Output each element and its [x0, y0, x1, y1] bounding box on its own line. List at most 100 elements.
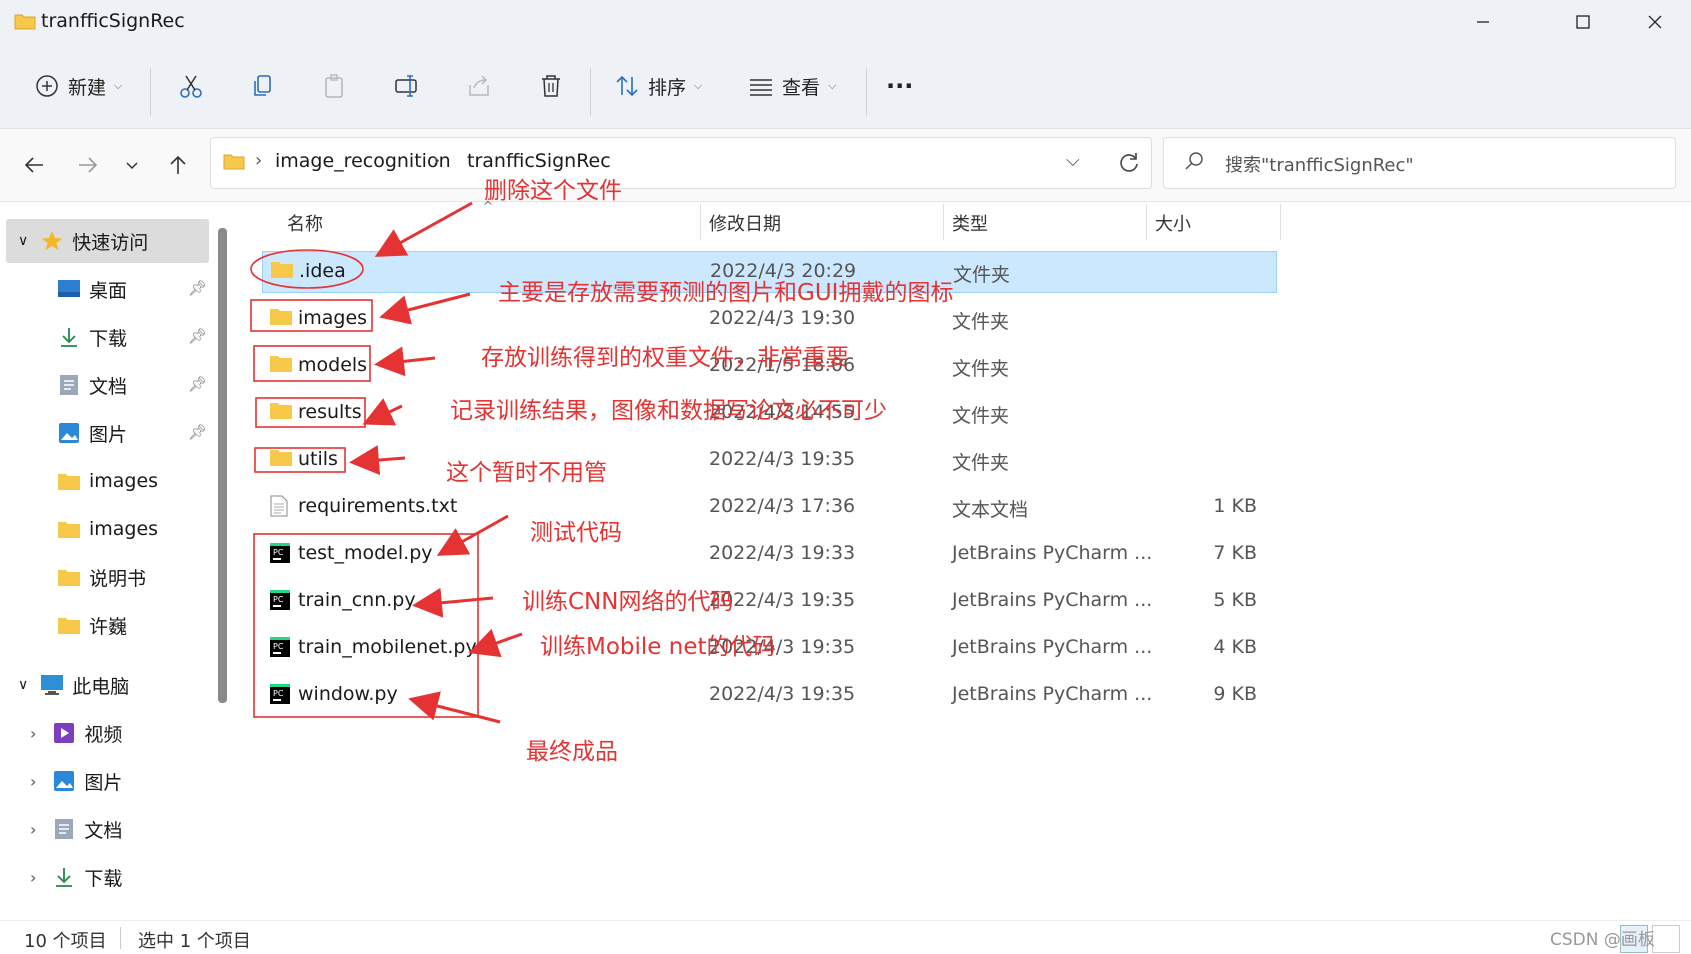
item-count: 10 个项目 — [24, 931, 107, 952]
annotation-mobilenet: 训练Mobile net的代码 — [540, 634, 776, 660]
pin-icon[interactable]: 📌︎ — [188, 423, 207, 441]
column-divider[interactable] — [700, 204, 701, 240]
file-date: 2022/4/3 19:33 — [709, 542, 856, 564]
window-title: tranfficSignRec — [41, 10, 185, 32]
file-name: utils — [298, 448, 338, 470]
up-button[interactable] — [158, 147, 198, 183]
column-divider[interactable] — [1280, 204, 1281, 240]
watermark: CSDN @画板 — [1550, 930, 1655, 950]
sidebar-item-label: 快速访问 — [72, 231, 149, 254]
star-icon — [40, 230, 64, 252]
sidebar-item-this-pc[interactable]: ∨ 此电脑 — [18, 663, 129, 707]
sidebar-item-label: 视频 — [84, 723, 123, 746]
minimize-button[interactable] — [1448, 0, 1518, 44]
minimize-icon — [1477, 21, 1489, 23]
file-row[interactable]: PC test_model.py 2022/4/3 19:33 JetBrain… — [262, 534, 1275, 574]
more-options-button[interactable]: ··· — [886, 66, 913, 106]
sidebar-item-manual[interactable]: 说明书 — [57, 555, 146, 599]
maximize-button[interactable] — [1548, 0, 1618, 44]
column-divider[interactable] — [943, 204, 944, 240]
folder-icon — [223, 154, 245, 170]
sidebar-item-pictures[interactable]: 图片 — [57, 411, 127, 455]
forward-button[interactable] — [68, 147, 108, 183]
sort-button[interactable]: 排序 ⌵ — [612, 66, 702, 106]
file-name: models — [298, 354, 368, 376]
sidebar-item-downloads[interactable]: 下载 — [57, 315, 127, 359]
folder-icon — [57, 614, 81, 636]
document-icon — [57, 374, 81, 396]
file-type: 文件夹 — [952, 358, 1010, 380]
recent-locations-button[interactable] — [112, 147, 152, 183]
pycharm-file-icon: PC — [269, 683, 293, 705]
pin-icon[interactable]: 📌︎ — [188, 327, 207, 345]
folder-icon — [269, 401, 293, 423]
file-name: .idea — [299, 260, 346, 282]
rename-icon — [392, 71, 422, 101]
share-button[interactable] — [464, 66, 494, 106]
file-size: 9 KB — [1213, 683, 1257, 705]
sidebar-item-label: 下载 — [84, 867, 123, 890]
file-type: 文件夹 — [952, 311, 1010, 333]
divider — [120, 927, 121, 949]
cut-button[interactable] — [176, 66, 206, 106]
delete-button[interactable] — [536, 66, 566, 106]
breadcrumb-image-recognition[interactable]: image_recognition — [275, 150, 451, 172]
annotation-cnn: 训练CNN网络的代码 — [522, 589, 734, 615]
svg-text:PC: PC — [273, 642, 284, 651]
breadcrumb-current-folder[interactable]: tranfficSignRec — [467, 150, 611, 172]
chevron-right-icon: › — [30, 867, 37, 887]
sort-label: 排序 — [648, 76, 687, 99]
video-icon — [52, 722, 76, 744]
arrow-up-icon — [170, 155, 186, 174]
back-button[interactable] — [14, 147, 54, 183]
file-row[interactable]: PC train_cnn.py 2022/4/3 19:35 JetBrains… — [262, 581, 1275, 621]
sidebar-item-xuwei[interactable]: 许巍 — [57, 603, 127, 647]
refresh-button[interactable] — [1108, 137, 1150, 187]
annotation-test: 测试代码 — [530, 520, 622, 546]
close-icon — [1648, 15, 1662, 29]
sidebar-item-desktop[interactable]: 桌面 — [57, 267, 127, 311]
copy-button[interactable] — [248, 66, 278, 106]
search-box[interactable]: 搜索"tranfficSignRec" — [1163, 137, 1676, 189]
sidebar-item-label: images — [89, 518, 159, 540]
view-button[interactable]: 查看 ⌵ — [746, 66, 836, 106]
file-type: 文件夹 — [952, 452, 1010, 474]
file-row[interactable]: utils 2022/4/3 19:35 文件夹 — [262, 440, 1275, 480]
file-size: 4 KB — [1213, 636, 1257, 658]
tiles-view-button[interactable] — [1652, 925, 1680, 953]
sidebar-scrollbar[interactable] — [218, 228, 227, 703]
close-button[interactable] — [1620, 0, 1690, 44]
column-divider[interactable] — [1146, 204, 1147, 240]
sidebar-item-images[interactable]: images — [57, 507, 158, 551]
sidebar-item-pc-documents[interactable]: › 文档 — [30, 807, 122, 851]
sidebar-item-quick-access[interactable]: ∨ 快速访问 — [6, 219, 209, 263]
new-button[interactable]: 新建 ⌵ — [32, 66, 122, 106]
sidebar-item-videos[interactable]: › 视频 — [30, 711, 122, 755]
pin-icon[interactable]: 📌︎ — [188, 279, 207, 297]
divider — [590, 68, 591, 116]
pin-icon[interactable]: 📌︎ — [188, 375, 207, 393]
column-header-type[interactable]: 类型 — [952, 210, 988, 236]
sidebar-item-pc-downloads[interactable]: › 下载 — [30, 855, 122, 899]
sidebar-item-images[interactable]: images — [57, 459, 158, 503]
folder-icon — [57, 470, 81, 492]
column-header-name[interactable]: 名称 — [287, 210, 323, 236]
explorer-window: tranfficSignRec 新建 ⌵ 排序 ⌵ 查看 ⌵ ··· › ima… — [0, 0, 1691, 954]
column-header-size[interactable]: 大小 — [1155, 210, 1191, 236]
address-bar[interactable]: › image_recognition › tranfficSignRec ⌵ — [210, 137, 1152, 189]
file-date: 2022/4/3 19:35 — [709, 448, 856, 470]
chevron-right-icon: › — [30, 819, 37, 839]
chevron-down-icon[interactable]: ⌵ — [1066, 150, 1080, 171]
sidebar-item-pc-pictures[interactable]: › 图片 — [30, 759, 122, 803]
chevron-down-icon: ⌵ — [828, 79, 837, 92]
column-header-date[interactable]: 修改日期 — [709, 210, 781, 236]
paste-button[interactable] — [320, 66, 350, 106]
rename-button[interactable] — [392, 66, 422, 106]
file-row[interactable]: PC window.py 2022/4/3 19:35 JetBrains Py… — [262, 675, 1275, 715]
file-row[interactable]: requirements.txt 2022/4/3 17:36 文本文档 1 K… — [262, 487, 1275, 527]
folder-icon — [14, 14, 36, 30]
chevron-right-icon: › — [433, 150, 441, 171]
sidebar-item-label: 图片 — [84, 771, 123, 794]
sidebar-item-documents[interactable]: 文档 — [57, 363, 127, 407]
file-type: JetBrains PyCharm ... — [952, 636, 1153, 658]
